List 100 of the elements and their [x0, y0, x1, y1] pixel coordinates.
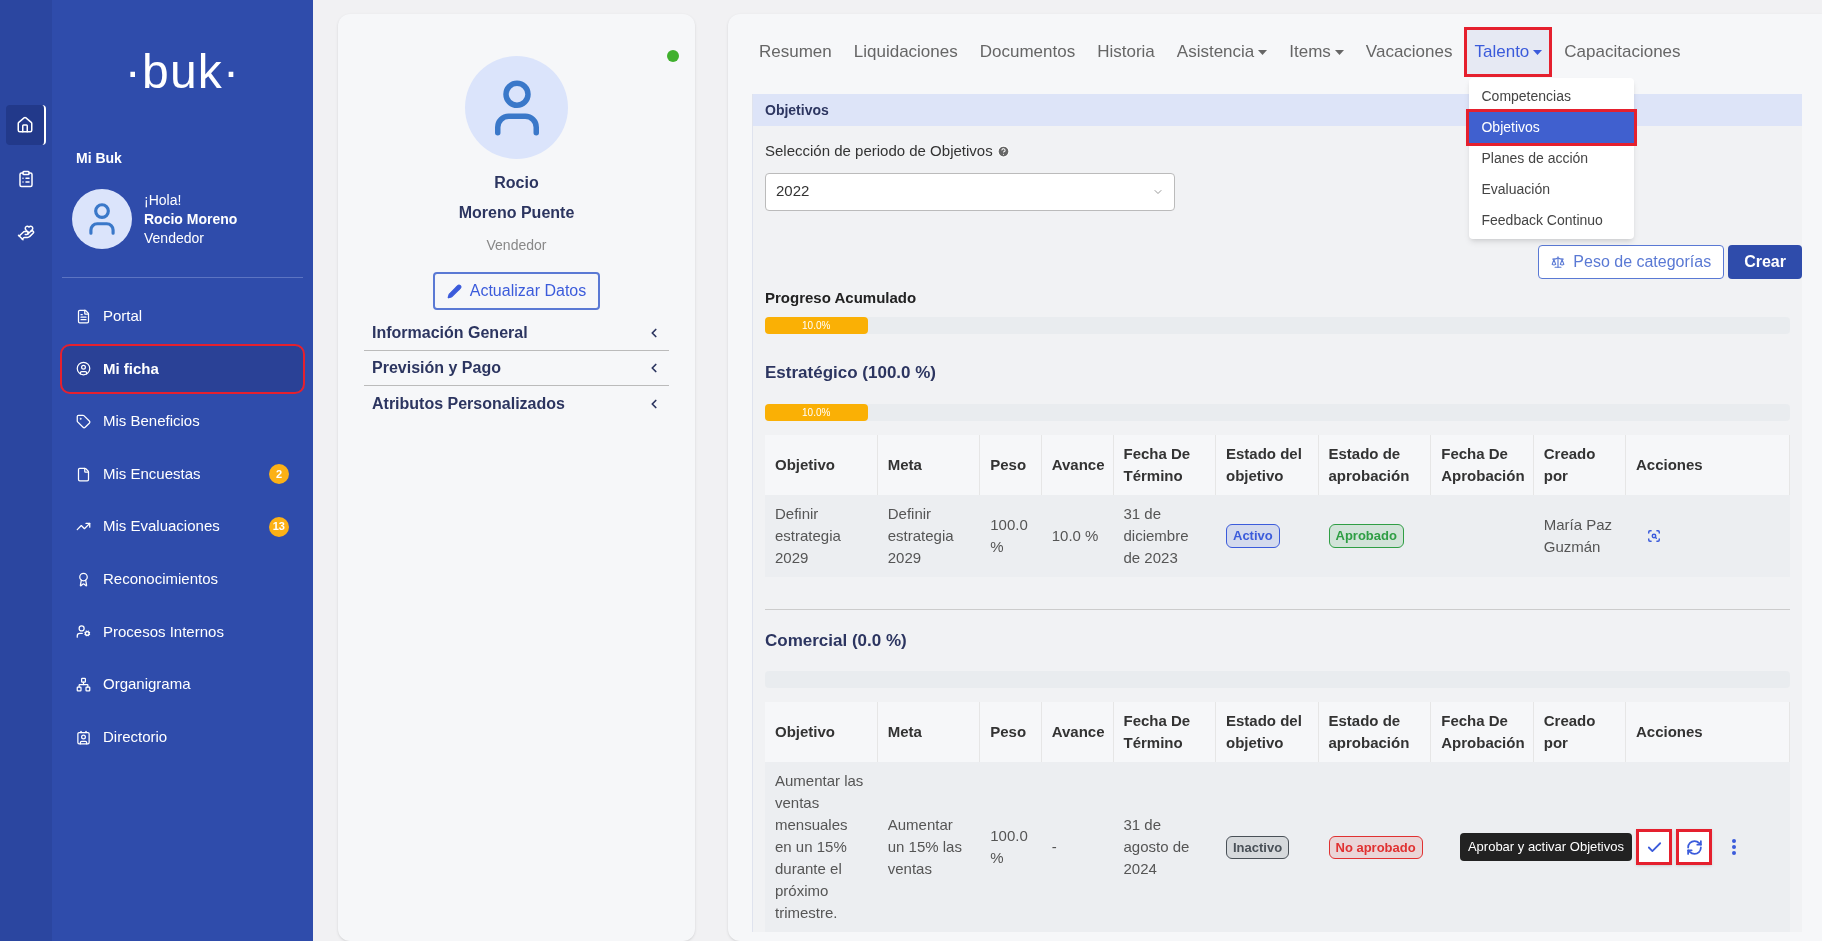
help-icon	[996, 144, 1010, 158]
user-name: Rocio Moreno	[144, 209, 238, 229]
column-header: Creado por	[1543, 711, 1597, 753]
section-title: Mi Buk	[76, 149, 123, 168]
clipboard-icon	[17, 170, 35, 188]
create-button[interactable]: Crear	[1728, 244, 1802, 279]
panel-title: Objetivos	[765, 100, 829, 120]
user-gear-icon	[76, 624, 91, 640]
tab[interactable]: Vacaciones	[1358, 30, 1460, 74]
column-header: Peso	[990, 454, 1028, 475]
column-header: Meta	[887, 722, 923, 742]
tab[interactable]: Historia	[1090, 30, 1162, 74]
progress-reading: 10.0%	[802, 319, 831, 333]
menu-item[interactable]: Feedback Continuo	[1469, 205, 1635, 236]
search-list-icon	[1647, 528, 1661, 543]
field-label: Selección de periodo de Objetivos	[765, 141, 993, 161]
menu-item[interactable]: Planes de acción	[1469, 143, 1635, 174]
document-icon	[76, 308, 91, 324]
hand-icon	[17, 224, 35, 242]
status-badge: Aprobado	[1328, 524, 1404, 548]
home-icon	[16, 116, 34, 134]
more-icon	[1732, 839, 1736, 855]
nav-item[interactable]: Procesos Internos	[62, 608, 303, 655]
medal-icon	[76, 571, 91, 587]
column-header: Avance	[1051, 454, 1103, 475]
column-header: Acciones	[1636, 454, 1704, 475]
column-header: Fecha De Aprobación	[1441, 443, 1523, 486]
tab[interactable]: Items	[1282, 30, 1351, 74]
period-select[interactable]: 2022	[765, 172, 1175, 211]
tab[interactable]: Asistencia	[1169, 30, 1275, 74]
scale-icon	[1551, 254, 1566, 269]
menu-item[interactable]: Evaluación	[1469, 174, 1635, 205]
user-role: Vendedor	[144, 228, 205, 248]
tab[interactable]: Liquidaciones	[846, 30, 965, 74]
column-header: Estado de aprobación	[1328, 443, 1411, 486]
role: Vendedor	[486, 236, 547, 255]
tab[interactable]: Resumen	[752, 30, 839, 74]
column-header: Acciones	[1636, 722, 1704, 742]
file-icon	[76, 466, 91, 482]
logo: ·buk·	[124, 44, 241, 100]
accordion-header[interactable]: Previsión y Pago	[364, 351, 669, 386]
first-name: Rocio	[494, 173, 539, 193]
column-header: Fecha De Término	[1123, 443, 1192, 486]
status-badge: No aprobado	[1328, 835, 1423, 860]
accordion-header[interactable]: Atributos Personalizados	[364, 386, 669, 421]
org-chart-icon	[76, 676, 91, 692]
nav-item[interactable]: Reconocimientos	[62, 556, 303, 603]
column-header: Estado de aprobación	[1328, 711, 1411, 753]
table-cell-text: 100.0 %	[990, 514, 1029, 557]
column-header: Fecha De Término	[1123, 711, 1192, 753]
nav-item[interactable]: Mis Encuestas 2	[62, 451, 303, 498]
tab[interactable]: Capacitaciones	[1557, 30, 1688, 74]
avatar	[72, 189, 132, 249]
nav-item[interactable]: Mis Beneficios	[62, 398, 303, 445]
table-cell-text: Definir estrategia 2029	[887, 503, 955, 568]
tab[interactable]: Talento	[1467, 30, 1550, 74]
column-header: Estado del objetivo	[1226, 443, 1303, 486]
menu-item[interactable]: Objetivos	[1469, 112, 1635, 143]
nav-item[interactable]: Mi ficha	[62, 345, 303, 392]
status-badge: Inactivo	[1226, 835, 1290, 860]
home-button[interactable]	[6, 105, 46, 145]
refresh-icon	[1685, 838, 1703, 856]
greeting: ¡Hola!	[144, 190, 183, 210]
pencil-icon	[446, 283, 462, 299]
table-cell-text: Definir estrategia 2029	[775, 503, 842, 568]
progress-reading: 10.0%	[802, 405, 831, 420]
update-data-button[interactable]: Actualizar Datos	[432, 272, 601, 310]
check-button[interactable]	[1636, 829, 1672, 865]
category-title: Comercial (0.0 %)	[765, 629, 908, 652]
table-cell-text: 31 de agosto de 2024	[1123, 815, 1191, 879]
column-header: Objetivo	[775, 454, 836, 475]
nav-item[interactable]: Organigrama	[62, 661, 303, 708]
nav-item[interactable]: Mis Evaluaciones 13	[62, 503, 303, 550]
category-weight-button[interactable]: Peso de categorías	[1538, 244, 1725, 279]
column-header: Creado por	[1543, 443, 1597, 486]
category-title: Estratégico (100.0 %)	[765, 362, 937, 384]
tab[interactable]: Documentos	[972, 30, 1083, 74]
refresh-button[interactable]	[1676, 829, 1712, 865]
tag-icon	[76, 414, 91, 429]
menu-item[interactable]: Competencias	[1469, 81, 1635, 112]
column-header: Avance	[1051, 722, 1103, 742]
user-circle-icon	[76, 361, 91, 377]
table-cell-text: 100.0 %	[990, 826, 1029, 868]
column-header: Objetivo	[775, 722, 836, 742]
count-badge: 13	[268, 516, 289, 537]
accordion-header[interactable]: Información General	[364, 316, 669, 351]
table-cell-text: -	[1051, 837, 1058, 857]
count-badge: 2	[269, 464, 289, 485]
table-cell-text: María Paz Guzmán	[1543, 514, 1614, 557]
last-name: Moreno Puente	[458, 203, 575, 223]
nav-item[interactable]: Directorio	[62, 714, 303, 761]
column-header: Meta	[887, 454, 923, 475]
status-badge: Activo	[1226, 524, 1280, 548]
column-header: Estado del objetivo	[1226, 711, 1303, 753]
contact-card-icon	[76, 729, 91, 745]
table-cell-text: 31 de diciembre de 2023	[1123, 503, 1190, 568]
table-cell-text: Aumentar un 15% las ventas	[887, 815, 963, 879]
nav-item[interactable]: Portal	[62, 293, 303, 340]
table-cell-text: 10.0 %	[1051, 525, 1100, 546]
tooltip: Aprobar y activar Objetivos	[1459, 833, 1632, 861]
